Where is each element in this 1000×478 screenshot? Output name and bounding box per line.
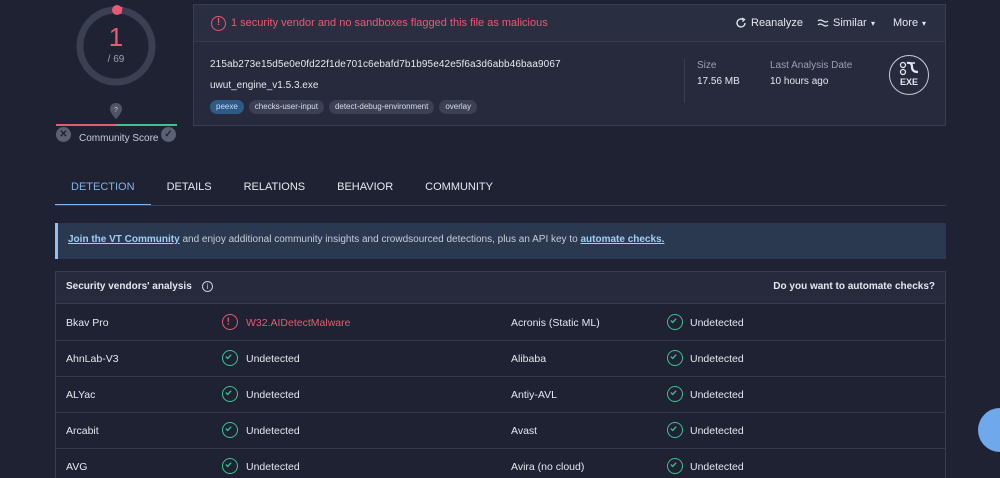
- tag[interactable]: checks-user-input: [248, 100, 324, 114]
- undetected-result: Undetected: [246, 461, 300, 473]
- undetected-result: Undetected: [690, 389, 744, 401]
- tag[interactable]: overlay: [439, 100, 478, 114]
- reanalyze-button[interactable]: Reanalyze: [751, 17, 803, 29]
- tag[interactable]: peexe: [210, 100, 244, 114]
- file-type-icon: [899, 61, 919, 76]
- table-row: AhnLab-V3 Undetected Alibaba Undetected: [56, 341, 945, 377]
- tab-detection[interactable]: DETECTION: [55, 174, 151, 206]
- vendor-name: Antiy-AVL: [511, 389, 557, 401]
- vendors-panel: Security vendors' analysis i Do you want…: [55, 271, 946, 478]
- vendors-header: Security vendors' analysis i Do you want…: [56, 272, 945, 304]
- alert-message: 1 security vendor and no sandboxes flagg…: [231, 17, 548, 29]
- check-circle-icon: [667, 458, 683, 474]
- vote-harmless-icon[interactable]: ✓: [161, 127, 176, 142]
- last-analysis-value: 10 hours ago: [770, 76, 829, 87]
- map-pin-icon: ?: [110, 103, 122, 119]
- alert-bar: ! 1 security vendor and no sandboxes fla…: [194, 5, 945, 42]
- tab-community[interactable]: COMMUNITY: [409, 174, 509, 206]
- detection-result: W32.AIDetectMalware: [246, 317, 351, 329]
- vote-malicious-icon[interactable]: ✕: [56, 127, 71, 142]
- info-icon[interactable]: i: [202, 281, 213, 292]
- engine-total: / 69: [107, 54, 125, 65]
- check-circle-icon: [667, 422, 683, 438]
- svg-text:?: ?: [114, 107, 118, 114]
- check-circle-icon: [222, 422, 238, 438]
- vendor-name: Alibaba: [511, 353, 547, 365]
- vendor-name: Avira (no cloud): [511, 461, 585, 473]
- table-row: Arcabit Undetected Avast Undetected: [56, 413, 945, 449]
- alert-icon: !: [211, 16, 226, 31]
- size-label: Size: [697, 60, 717, 71]
- tag-list: peexe checks-user-input detect-debug-env…: [210, 100, 478, 114]
- table-row: ALYac Undetected Antiy-AVL Undetected: [56, 377, 945, 413]
- undetected-result: Undetected: [246, 425, 300, 437]
- vendor-name: Avast: [511, 425, 538, 437]
- reanalyze-icon[interactable]: [735, 17, 747, 29]
- similar-chevron-down-icon[interactable]: ▾: [871, 19, 875, 28]
- check-circle-icon: [222, 458, 238, 474]
- automate-question[interactable]: Do you want to automate checks?: [773, 281, 935, 292]
- more-chevron-down-icon[interactable]: ▾: [922, 19, 926, 28]
- community-score-label: Community Score: [79, 133, 159, 144]
- tag[interactable]: detect-debug-environment: [328, 100, 435, 114]
- file-summary-card: ! 1 security vendor and no sandboxes fla…: [193, 4, 946, 126]
- table-row: Bkav Pro W32.AIDetectMalware Acronis (Stat…: [56, 305, 945, 341]
- community-score-bar: [56, 124, 177, 126]
- undetected-result: Undetected: [690, 317, 744, 329]
- chat-button[interactable]: [978, 408, 1000, 452]
- automate-checks-link[interactable]: automate checks.: [580, 234, 664, 245]
- undetected-result: Undetected: [690, 353, 744, 365]
- undetected-result: Undetected: [690, 461, 744, 473]
- more-button[interactable]: More: [893, 17, 918, 29]
- tab-divider: [55, 205, 946, 206]
- check-circle-icon: [667, 350, 683, 366]
- check-circle-icon: [667, 386, 683, 402]
- similar-icon[interactable]: [817, 18, 829, 28]
- vendor-name: Bkav Pro: [66, 317, 109, 329]
- check-circle-icon: [667, 314, 683, 330]
- join-community-link[interactable]: Join the VT Community: [68, 234, 180, 245]
- vendor-name: Arcabit: [66, 425, 99, 437]
- vendor-name: Acronis (Static ML): [511, 317, 600, 329]
- banner-text: and enjoy additional community insights …: [179, 234, 581, 245]
- check-circle-icon: [222, 350, 238, 366]
- tab-details[interactable]: DETAILS: [151, 174, 228, 206]
- community-banner: Join the VT Community and enjoy addition…: [55, 223, 946, 259]
- vendor-name: AhnLab-V3: [66, 353, 119, 365]
- vendor-name: AVG: [66, 461, 88, 473]
- tab-bar: DETECTION DETAILS RELATIONS BEHAVIOR COM…: [55, 174, 509, 206]
- undetected-result: Undetected: [690, 425, 744, 437]
- vendor-name: ALYac: [66, 389, 96, 401]
- file-type-text: EXE: [899, 77, 918, 87]
- detection-count: 1: [108, 22, 124, 52]
- size-value: 17.56 MB: [697, 76, 740, 87]
- file-hash[interactable]: 215ab273e15d5e0e0fd22f1de701c6ebafd7b1b9…: [210, 59, 561, 70]
- undetected-result: Undetected: [246, 389, 300, 401]
- file-name: uwut_engine_v1.5.3.exe: [210, 80, 319, 91]
- alert-icon: [222, 314, 238, 330]
- table-row: AVG Undetected Avira (no cloud) Undetected: [56, 449, 945, 478]
- similar-button[interactable]: Similar: [833, 17, 867, 29]
- undetected-result: Undetected: [246, 353, 300, 365]
- last-analysis-label: Last Analysis Date: [770, 60, 853, 71]
- tab-relations[interactable]: RELATIONS: [228, 174, 322, 206]
- tab-behavior[interactable]: BEHAVIOR: [321, 174, 409, 206]
- check-circle-icon: [222, 386, 238, 402]
- vendors-title: Security vendors' analysis: [66, 281, 192, 292]
- divider: [684, 59, 685, 103]
